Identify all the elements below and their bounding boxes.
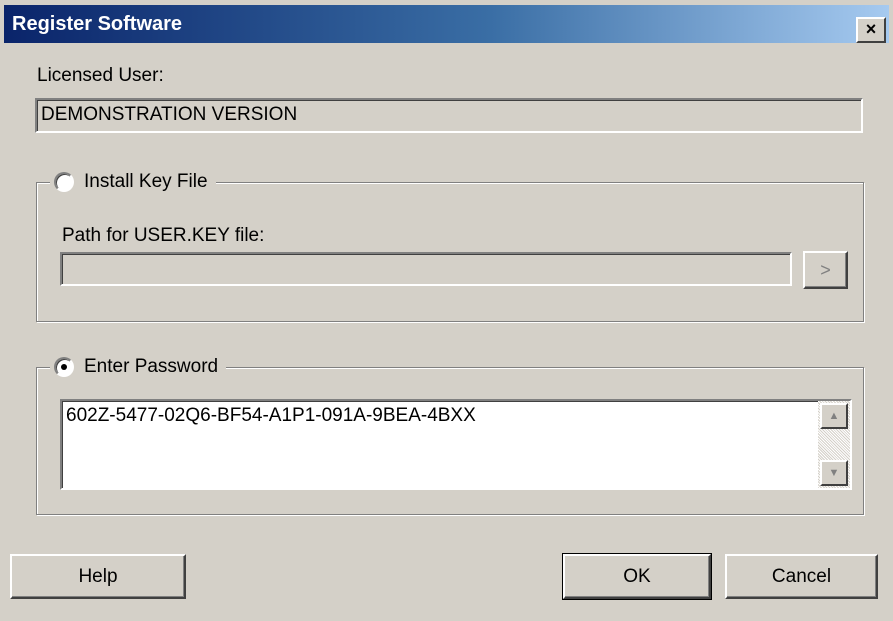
arrow-up-icon: ▲ [828, 410, 840, 422]
enter-password-label: Enter Password [84, 356, 219, 377]
arrow-down-icon: ▼ [828, 467, 840, 479]
key-path-label: Path for USER.KEY file: [62, 225, 265, 246]
close-button[interactable]: × [856, 17, 886, 43]
scroll-up-button[interactable]: ▲ [820, 403, 848, 429]
enter-password-option[interactable]: Enter Password [50, 356, 227, 378]
key-path-input[interactable] [60, 252, 792, 286]
title-bar: Register Software × [4, 5, 889, 43]
password-textarea[interactable]: 602Z-5477-02Q6-BF54-A1P1-091A-9BEA-4BXX … [60, 399, 852, 490]
enter-password-radio[interactable] [54, 357, 74, 377]
install-key-file-label: Install Key File [84, 171, 208, 192]
password-text: 602Z-5477-02Q6-BF54-A1P1-091A-9BEA-4BXX [66, 405, 476, 426]
chevron-right-icon: > [820, 259, 831, 280]
help-button[interactable]: Help [10, 554, 186, 599]
licensed-user-field: DEMONSTRATION VERSION [35, 98, 863, 133]
dialog-title: Register Software [12, 13, 183, 35]
ok-button[interactable]: OK [562, 553, 712, 600]
install-key-file-radio[interactable] [54, 172, 74, 192]
radio-selected-dot [61, 364, 67, 370]
password-scrollbar[interactable]: ▲ ▼ [818, 401, 850, 488]
cancel-button[interactable]: Cancel [725, 554, 878, 599]
browse-button[interactable]: > [803, 251, 848, 289]
close-icon: × [865, 19, 877, 39]
licensed-user-label: Licensed User: [37, 65, 164, 86]
register-software-dialog: Register Software × Licensed User: DEMON… [0, 0, 893, 621]
install-key-file-option[interactable]: Install Key File [50, 171, 216, 193]
scroll-down-button[interactable]: ▼ [820, 460, 848, 486]
